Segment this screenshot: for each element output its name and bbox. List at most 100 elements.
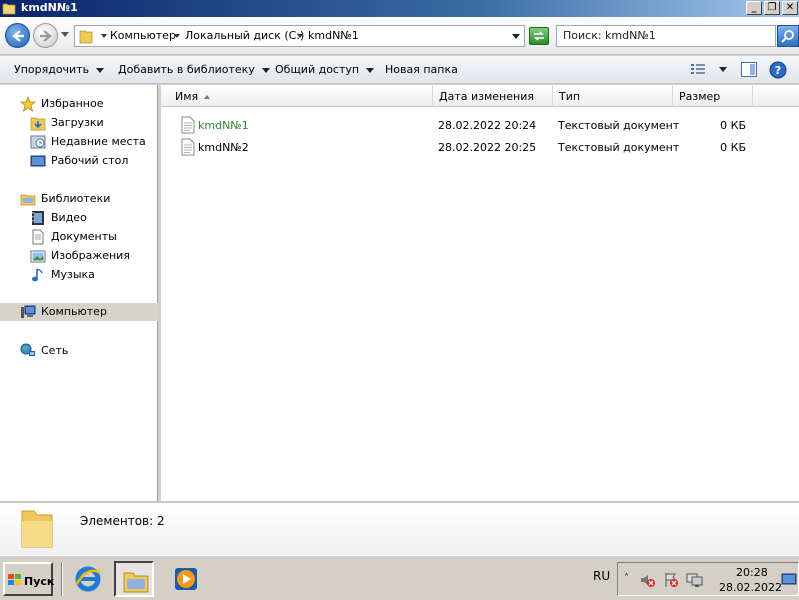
maximize-button[interactable]: ❐ [764, 1, 780, 15]
downloads-folder-icon [30, 117, 46, 131]
nav-favorites[interactable]: Избранное [20, 95, 150, 113]
refresh-button[interactable] [529, 27, 549, 45]
organize-label: Упорядочить [14, 63, 90, 76]
library-icon [20, 194, 36, 206]
nav-label: Рабочий стол [51, 154, 129, 167]
arrow-left-icon [12, 30, 24, 42]
folder-icon [79, 30, 93, 44]
nav-label: Видео [51, 211, 87, 224]
clock-date[interactable]: 28.02.2022 [719, 581, 782, 594]
images-icon [30, 250, 46, 263]
nav-label: Изображения [51, 249, 130, 262]
explorer-folder-icon [123, 572, 149, 593]
item-count: Элементов: 2 [80, 514, 165, 528]
taskbar-explorer[interactable] [114, 561, 154, 597]
taskbar-internet-explorer[interactable] [68, 561, 108, 597]
nav-computer[interactable]: Компьютер [0, 303, 158, 321]
network-icon [20, 343, 35, 356]
close-button[interactable]: ✕ [782, 1, 798, 15]
column-type[interactable]: Тип [553, 85, 673, 107]
details-pane: Элементов: 2 [0, 501, 799, 555]
language-indicator[interactable]: RU [593, 569, 610, 583]
chevron-down-icon[interactable] [719, 67, 727, 73]
new-folder-label: Новая папка [385, 63, 458, 76]
column-name[interactable]: Имя [169, 85, 433, 107]
history-dropdown-icon[interactable] [61, 32, 69, 38]
star-icon [20, 96, 36, 112]
nav-documents[interactable]: Документы [30, 228, 150, 246]
start-label: Пуск [24, 575, 55, 588]
volume-muted-icon[interactable] [640, 572, 656, 588]
nav-desktop[interactable]: Рабочий стол [30, 152, 150, 170]
chevron-down-icon[interactable] [101, 34, 107, 38]
chevron-down-icon[interactable] [174, 34, 180, 38]
nav-downloads[interactable]: Загрузки [30, 114, 150, 132]
help-icon[interactable]: ? [769, 61, 787, 79]
nav-images[interactable]: Изображения [30, 247, 150, 265]
share-label: Общий доступ [275, 63, 360, 76]
internet-explorer-icon [74, 566, 101, 592]
video-icon [32, 211, 44, 225]
column-label: Дата изменения [439, 90, 534, 103]
nav-label: Избранное [41, 97, 104, 110]
nav-video[interactable]: Видео [30, 209, 150, 227]
file-row[interactable]: kmdN№1 28.02.2022 20:24 Текстовый докуме… [161, 115, 799, 135]
address-field[interactable]: Компьютер Локальный диск (C:) kmdN№1 [74, 25, 525, 47]
network-status-icon[interactable] [686, 572, 704, 588]
organize-button[interactable]: Упорядочить [14, 63, 105, 76]
taskbar-media-player[interactable] [166, 561, 206, 597]
breadcrumb-computer[interactable]: Компьютер [110, 29, 176, 42]
nav-label: Загрузки [51, 116, 104, 129]
add-to-library-label: Добавить в библиотеку [118, 63, 255, 76]
forward-button[interactable] [33, 23, 58, 48]
share-button[interactable]: Общий доступ [275, 63, 375, 76]
preview-pane-icon[interactable] [741, 62, 757, 77]
nav-libraries[interactable]: Библиотеки [20, 190, 150, 208]
column-date[interactable]: Дата изменения [433, 85, 553, 107]
column-label: Тип [559, 90, 581, 103]
nav-recent-places[interactable]: Недавние места [30, 133, 150, 151]
file-type: Текстовый документ [558, 141, 680, 154]
command-bar: Упорядочить Добавить в библиотеку Общий … [0, 56, 799, 84]
breadcrumb-local-disk[interactable]: Локальный диск (C:) [185, 29, 304, 42]
nav-network[interactable]: Сеть [20, 342, 150, 360]
search-icon [781, 30, 794, 43]
minimize-button[interactable]: _ [746, 1, 762, 15]
file-date: 28.02.2022 20:24 [438, 119, 537, 132]
breadcrumb-folder[interactable]: kmdN№1 [308, 29, 359, 42]
nav-label: Недавние места [51, 135, 146, 148]
back-button[interactable] [5, 23, 30, 48]
folder-icon [21, 510, 53, 548]
action-center-icon[interactable] [663, 572, 679, 588]
nav-label: Документы [51, 230, 117, 243]
computer-icon [21, 305, 36, 318]
sort-ascending-icon [204, 95, 211, 99]
start-button[interactable]: Пуск [3, 562, 55, 596]
view-options-icon[interactable] [690, 62, 706, 76]
clock-time[interactable]: 20:28 [736, 566, 768, 579]
file-row[interactable]: kmdN№2 28.02.2022 20:25 Текстовый докуме… [161, 137, 799, 157]
svg-text:?: ? [775, 64, 781, 77]
column-label: Имя [175, 90, 199, 103]
show-desktop-icon[interactable] [781, 573, 797, 587]
windows-logo-icon [8, 574, 21, 585]
taskbar: Пуск RU ˄ 20:28 28.02.2022 [0, 555, 799, 600]
address-dropdown-icon[interactable] [512, 34, 520, 39]
taskbar-separator [61, 562, 63, 596]
column-size[interactable]: Размер [673, 85, 753, 107]
search-button[interactable] [777, 25, 799, 47]
nav-label: Компьютер [41, 305, 107, 318]
chevron-down-icon[interactable] [297, 34, 303, 38]
chevron-down-icon [261, 67, 270, 73]
show-hidden-icons-button[interactable]: ˄ [624, 573, 629, 584]
new-folder-button[interactable]: Новая папка [385, 63, 458, 76]
media-player-icon [175, 568, 197, 590]
desktop-icon [30, 155, 46, 167]
nav-label: Музыка [51, 268, 95, 281]
add-to-library-button[interactable]: Добавить в библиотеку [118, 63, 270, 76]
music-icon [32, 268, 43, 282]
file-size: 0 КБ [720, 141, 746, 154]
search-input[interactable]: Поиск: kmdN№1 [556, 25, 776, 47]
arrow-right-icon [40, 30, 52, 42]
nav-music[interactable]: Музыка [30, 266, 150, 284]
